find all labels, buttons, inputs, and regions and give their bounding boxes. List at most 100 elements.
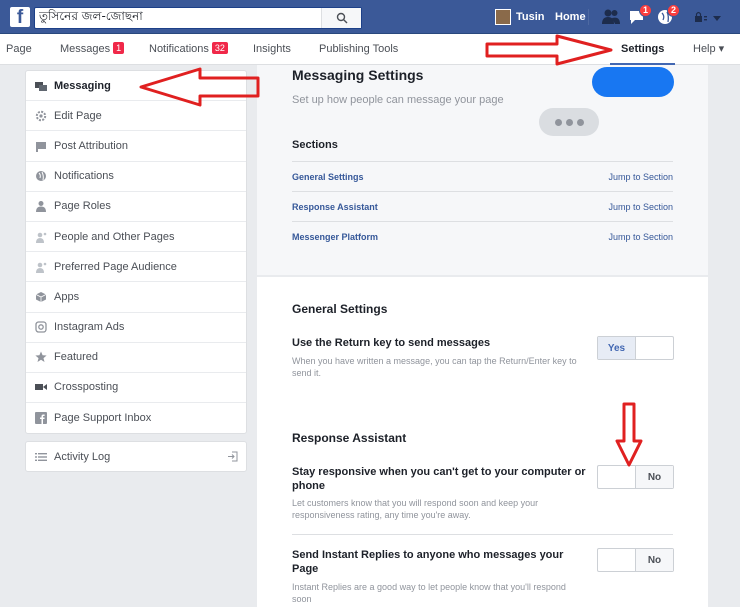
lock-menu-icon [695, 11, 721, 22]
friends-icon [602, 9, 620, 24]
section-link-general[interactable]: General Settings [292, 172, 364, 182]
profile-link[interactable]: Tusin [495, 9, 545, 25]
tab-page[interactable]: Page [6, 34, 32, 65]
friend-requests-button[interactable] [601, 8, 621, 26]
return-key-description: When you have written a message, you can… [292, 356, 577, 378]
general-settings-heading: General Settings [292, 302, 388, 316]
sidebar-item-label: Post Attribution [54, 139, 128, 152]
section-row: Response Assistant Jump to Section [292, 191, 673, 221]
primary-action-button[interactable] [592, 67, 674, 97]
sidebar-item-label: Featured [54, 351, 99, 364]
response-assistant-heading: Response Assistant [292, 431, 407, 445]
settings-sidebar: Messaging Edit Page Post Attribution Not… [25, 70, 247, 435]
sidebar-item-edit-page[interactable]: Edit Page [26, 101, 246, 132]
activity-log-label: Activity Log [54, 450, 111, 463]
globe-icon [35, 170, 47, 182]
facebook-logo-icon[interactable]: f [10, 7, 30, 27]
instagram-icon [35, 321, 47, 333]
page-subtitle: Set up how people can message your page [292, 94, 504, 106]
list-icon [35, 451, 47, 463]
sidebar-item-support-inbox[interactable]: Page Support Inbox [26, 403, 246, 433]
jump-to-section-link[interactable]: Jump to Section [608, 202, 673, 212]
avatar [495, 9, 511, 25]
person-star-icon [35, 231, 47, 243]
toggle-no[interactable]: No [635, 466, 673, 488]
sidebar-item-label: Preferred Page Audience [54, 260, 177, 273]
messages-button[interactable]: 1 [628, 4, 652, 26]
tab-messages-badge: 1 [113, 42, 125, 55]
section-row: Messenger Platform Jump to Section [292, 221, 673, 251]
messaging-settings-panel: Messaging Settings Set up how people can… [257, 65, 708, 607]
top-divider [588, 9, 589, 25]
sidebar-item-instagram-ads[interactable]: Instagram Ads [26, 313, 246, 343]
instant-replies-title: Send Instant Replies to anyone who messa… [292, 549, 564, 575]
sidebar-item-label: People and Other Pages [54, 230, 175, 243]
stay-responsive-toggle[interactable]: No [597, 465, 674, 489]
instant-replies-toggle[interactable]: No [597, 548, 674, 572]
sidebar-item-label: Messaging [54, 79, 111, 92]
section-row: General Settings Jump to Section [292, 161, 673, 191]
flag-icon [35, 140, 47, 152]
sidebar-item-crossposting[interactable]: Crossposting [26, 373, 246, 404]
sections-heading: Sections [292, 139, 338, 151]
tab-notifications[interactable]: Notifications 32 [149, 34, 228, 65]
top-bar: f Tusin Home 1 2 [0, 0, 740, 34]
sidebar-item-preferred-audience[interactable]: Preferred Page Audience [26, 252, 246, 283]
jump-to-section-link[interactable]: Jump to Section [608, 172, 673, 182]
settings-card: General Settings Use the Return key to s… [257, 277, 708, 607]
tab-settings[interactable]: Settings [610, 34, 676, 65]
gear-icon [35, 110, 47, 122]
search-icon [336, 12, 347, 24]
section-link-response-assistant[interactable]: Response Assistant [292, 202, 378, 212]
page-nav: Page Messages 1 Notifications 32 Insights … [0, 34, 740, 65]
search-box[interactable] [34, 7, 362, 29]
notifications-button[interactable]: 2 [656, 4, 680, 26]
video-camera-icon [35, 381, 47, 393]
search-button[interactable] [321, 8, 361, 28]
sidebar-item-label: Instagram Ads [54, 321, 125, 334]
sidebar-item-label: Edit Page [54, 109, 102, 122]
messages-count-badge: 1 [638, 4, 652, 17]
sidebar-item-label: Crossposting [54, 381, 119, 394]
sidebar-item-people-other-pages[interactable]: People and Other Pages [26, 222, 246, 253]
tab-notifications-label: Notifications [149, 43, 209, 55]
person-icon [35, 200, 47, 213]
tab-insights[interactable]: Insights [253, 34, 291, 65]
toggle-yes[interactable]: Yes [598, 337, 636, 359]
section-link-messenger-platform[interactable]: Messenger Platform [292, 232, 378, 242]
toggle-blank[interactable] [598, 466, 635, 488]
tab-publishing-tools[interactable]: Publishing Tools [319, 34, 398, 65]
toggle-no[interactable]: No [635, 549, 673, 571]
jump-to-section-link[interactable]: Jump to Section [608, 232, 673, 242]
tab-messages-label: Messages [60, 43, 111, 55]
notifications-count-badge: 2 [666, 4, 680, 17]
sidebar-item-label: Apps [54, 290, 80, 303]
messaging-icon [35, 80, 47, 92]
tab-help[interactable]: Help ▾ [693, 34, 724, 65]
sidebar-item-label: Notifications [54, 170, 114, 183]
tab-messages[interactable]: Messages 1 [60, 34, 125, 65]
sidebar-item-featured[interactable]: Featured [26, 343, 246, 373]
home-link[interactable]: Home [555, 11, 586, 23]
sidebar-item-apps[interactable]: Apps [26, 282, 246, 313]
stay-responsive-title: Stay responsive when you can't get to yo… [292, 466, 586, 492]
sidebar-item-label: Page Support Inbox [54, 412, 152, 425]
page-title: Messaging Settings [292, 67, 424, 83]
tab-notifications-badge: 32 [211, 42, 228, 55]
activity-log-link[interactable]: Activity Log [25, 441, 247, 472]
divider [292, 534, 673, 535]
toggle-blank[interactable] [598, 549, 635, 571]
sidebar-item-label: Page Roles [54, 200, 111, 213]
sidebar-item-post-attribution[interactable]: Post Attribution [26, 131, 246, 162]
instant-replies-description: Instant Replies are a good way to let pe… [292, 582, 566, 604]
user-name: Tusin [516, 11, 545, 23]
return-key-toggle[interactable]: Yes [597, 336, 674, 360]
sidebar-item-messaging[interactable]: Messaging [26, 71, 246, 102]
sidebar-item-page-roles[interactable]: Page Roles [26, 192, 246, 222]
loading-indicator [539, 108, 599, 136]
sidebar-item-notifications[interactable]: Notifications [26, 162, 246, 192]
account-menu-button[interactable] [693, 8, 723, 26]
messaging-header-card: Messaging Settings Set up how people can… [257, 65, 708, 275]
toggle-blank[interactable] [636, 337, 673, 359]
search-input[interactable] [35, 8, 325, 28]
